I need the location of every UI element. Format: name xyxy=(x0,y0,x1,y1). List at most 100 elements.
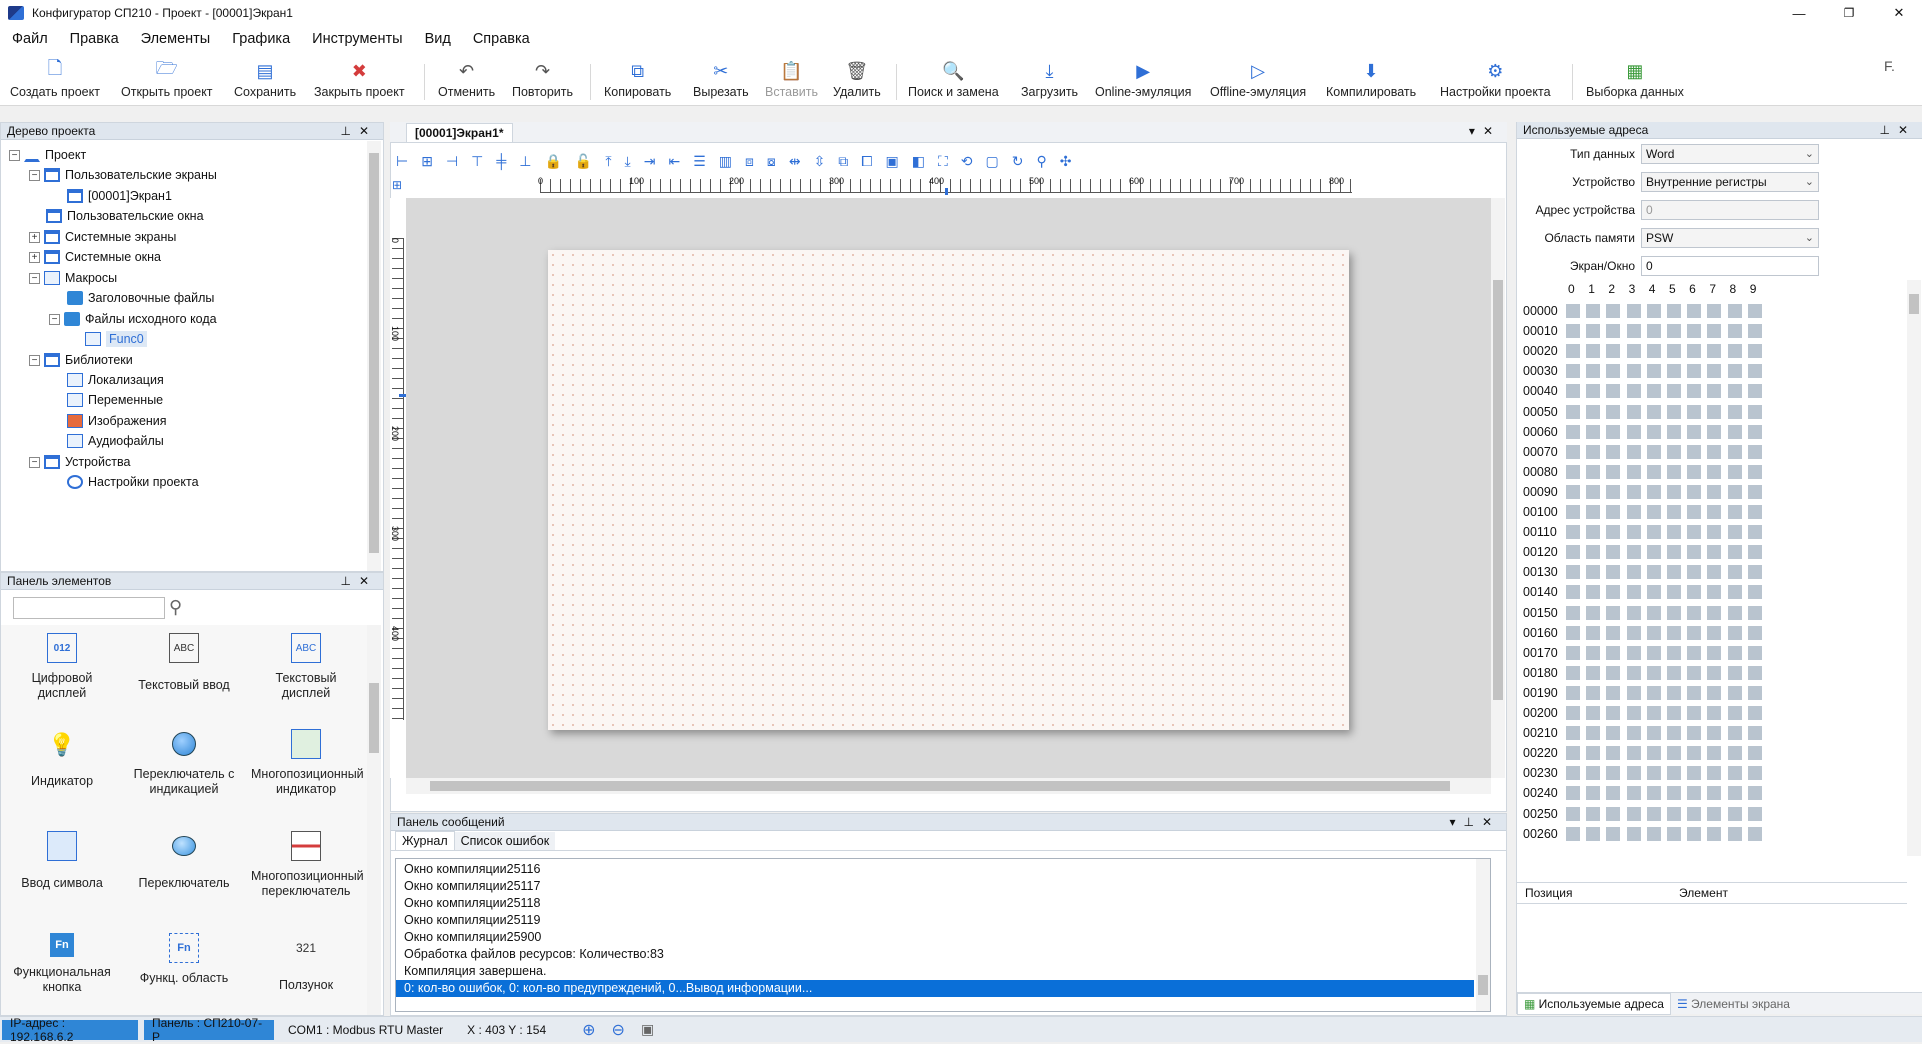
address-cell[interactable] xyxy=(1727,565,1742,580)
address-cell[interactable] xyxy=(1666,384,1681,399)
address-cell[interactable] xyxy=(1586,505,1601,519)
element-digital-display[interactable]: 012 Цифровой дисплей xyxy=(7,633,117,701)
tab-screen-elements[interactable]: ☰ Элементы экрана xyxy=(1671,994,1796,1014)
align-right-icon[interactable]: ⊣ xyxy=(446,153,458,170)
tree-item-devices[interactable]: − Устройства xyxy=(29,452,130,472)
element-function-area[interactable]: Fn Функц. область xyxy=(129,933,239,986)
send-back-icon[interactable]: ⧠ xyxy=(861,153,872,170)
address-cell[interactable] xyxy=(1566,826,1580,841)
address-cell[interactable] xyxy=(1727,766,1742,781)
tree-item-variables[interactable]: Переменные xyxy=(67,390,163,410)
address-cell[interactable] xyxy=(1626,766,1641,781)
device-address-field[interactable]: 0 xyxy=(1641,200,1819,220)
address-cell[interactable] xyxy=(1687,525,1702,540)
log-scrollbar[interactable] xyxy=(1476,859,1490,1011)
address-cell[interactable] xyxy=(1646,665,1661,680)
elements-search-input[interactable] xyxy=(13,597,165,619)
address-cell[interactable] xyxy=(1626,605,1641,620)
address-cell[interactable] xyxy=(1606,444,1621,459)
address-cell[interactable] xyxy=(1606,525,1621,540)
address-cell[interactable] xyxy=(1566,424,1580,439)
address-cell[interactable] xyxy=(1707,324,1722,339)
address-cell[interactable] xyxy=(1707,304,1722,318)
address-cell[interactable] xyxy=(1727,545,1742,560)
address-cell[interactable] xyxy=(1566,464,1580,479)
address-cell[interactable] xyxy=(1646,706,1661,720)
panel-pin-close-icon[interactable]: ⊥✕ xyxy=(340,574,377,588)
address-cell[interactable] xyxy=(1566,706,1580,720)
address-cell[interactable] xyxy=(1747,826,1762,841)
tree-item-project[interactable]: − Проект xyxy=(9,145,86,165)
address-cell[interactable] xyxy=(1586,806,1601,821)
address-cell[interactable] xyxy=(1727,645,1742,660)
address-cell[interactable] xyxy=(1606,806,1621,821)
tree-item-audio[interactable]: Аудиофайлы xyxy=(67,431,164,451)
flip-icon[interactable]: ⟲ xyxy=(961,153,973,170)
tree-item-images[interactable]: Изображения xyxy=(67,411,167,431)
address-cell[interactable] xyxy=(1606,565,1621,580)
paste-button[interactable]: 📋 Вставить xyxy=(765,60,818,104)
address-cell[interactable] xyxy=(1646,645,1661,660)
address-cell[interactable] xyxy=(1566,364,1580,379)
address-cell[interactable] xyxy=(1626,424,1641,439)
address-cell[interactable] xyxy=(1626,344,1641,359)
address-cell[interactable] xyxy=(1606,384,1621,399)
address-cell[interactable] xyxy=(1687,464,1702,479)
address-cell[interactable] xyxy=(1707,806,1722,821)
address-cell[interactable] xyxy=(1586,726,1601,741)
address-cell[interactable] xyxy=(1586,444,1601,459)
element-function-button[interactable]: Fn Функциональная кнопка xyxy=(7,933,117,995)
toolbar-options-icon[interactable]: F. xyxy=(1884,58,1895,74)
address-cell[interactable] xyxy=(1566,625,1580,640)
address-cell[interactable] xyxy=(1687,344,1702,359)
address-cell[interactable] xyxy=(1586,605,1601,620)
address-cell[interactable] xyxy=(1646,746,1661,761)
expand-icon[interactable]: + xyxy=(29,251,40,263)
element-slider[interactable]: 321 Ползунок xyxy=(251,933,361,993)
address-cell[interactable] xyxy=(1666,726,1681,741)
bring-forward-icon[interactable]: ▣ xyxy=(886,153,899,170)
address-cell[interactable] xyxy=(1707,625,1722,640)
address-cell[interactable] xyxy=(1727,806,1742,821)
address-cell[interactable] xyxy=(1606,766,1621,781)
tree-item-screen1[interactable]: [00001]Экран1 xyxy=(67,186,172,206)
address-cell[interactable] xyxy=(1606,304,1621,318)
move-down-icon[interactable]: ⤓ xyxy=(625,153,631,170)
address-cell[interactable] xyxy=(1727,605,1742,620)
address-cell[interactable] xyxy=(1566,786,1580,801)
address-cell[interactable] xyxy=(1566,525,1580,540)
address-cell[interactable] xyxy=(1566,545,1580,560)
undo-button[interactable]: ↶ Отменить xyxy=(438,60,495,104)
address-cell[interactable] xyxy=(1687,766,1702,781)
address-cell[interactable] xyxy=(1687,384,1702,399)
address-cell[interactable] xyxy=(1586,706,1601,720)
address-cell[interactable] xyxy=(1666,806,1681,821)
address-cell[interactable] xyxy=(1586,525,1601,540)
create-project-button[interactable]: 🗋 Создать проект xyxy=(10,58,100,104)
address-cell[interactable] xyxy=(1707,344,1722,359)
address-cell[interactable] xyxy=(1666,786,1681,801)
address-cell[interactable] xyxy=(1606,706,1621,720)
address-cell[interactable] xyxy=(1687,665,1702,680)
address-cell[interactable] xyxy=(1626,525,1641,540)
address-cell[interactable] xyxy=(1606,545,1621,560)
address-cell[interactable] xyxy=(1666,826,1681,841)
address-cell[interactable] xyxy=(1586,565,1601,580)
online-emulation-button[interactable]: ▶ Online-эмуляция xyxy=(1095,60,1191,104)
address-cell[interactable] xyxy=(1687,404,1702,419)
minimize-button[interactable]: — xyxy=(1776,0,1822,26)
address-cell[interactable] xyxy=(1586,464,1601,479)
address-cell[interactable] xyxy=(1747,706,1762,720)
tree-item-user-windows[interactable]: Пользовательские окна xyxy=(46,206,204,226)
address-cell[interactable] xyxy=(1687,706,1702,720)
address-cell[interactable] xyxy=(1666,585,1681,600)
address-cell[interactable] xyxy=(1646,384,1661,399)
address-cell[interactable] xyxy=(1666,565,1681,580)
menu-view[interactable]: Вид xyxy=(425,31,451,47)
distribute-h-icon[interactable]: ⇹ xyxy=(789,153,801,170)
address-cell[interactable] xyxy=(1747,766,1762,781)
address-cell[interactable] xyxy=(1727,726,1742,741)
address-cell[interactable] xyxy=(1666,404,1681,419)
address-cell[interactable] xyxy=(1747,484,1762,499)
address-cell[interactable] xyxy=(1626,726,1641,741)
